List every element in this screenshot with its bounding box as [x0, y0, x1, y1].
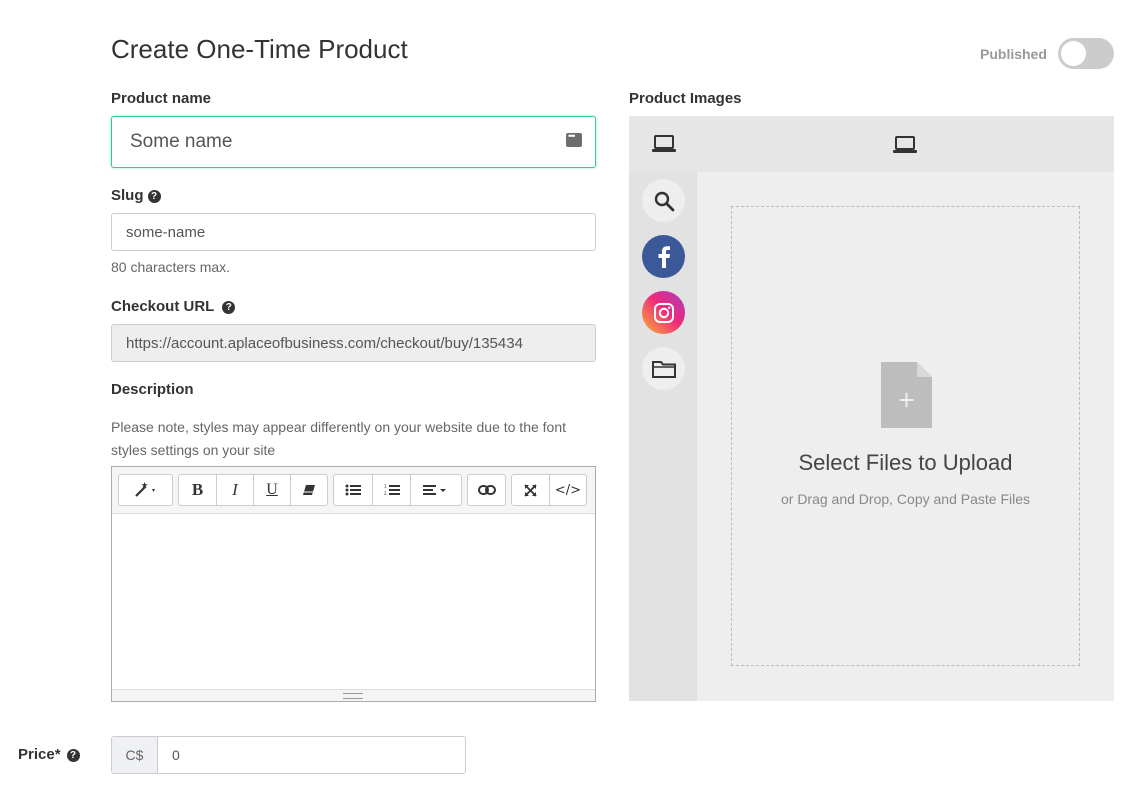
help-icon[interactable]: ? [222, 301, 236, 314]
published-label: Published [980, 46, 1047, 62]
fullscreen-button[interactable] [512, 475, 549, 505]
svg-text:1: 1 [384, 484, 387, 489]
product-name-label: Product name [111, 90, 212, 107]
codeview-button[interactable]: </> [549, 475, 586, 505]
slug-label-text: Slug [111, 187, 144, 204]
description-note: Please note, styles may appear different… [111, 419, 567, 458]
magic-wand-icon [134, 482, 155, 497]
link-button[interactable] [468, 475, 505, 505]
unordered-list-button[interactable] [334, 475, 372, 505]
view-group: </> [511, 474, 587, 506]
checkout-url-label: Checkout URL? [111, 298, 236, 315]
checkout-url-field[interactable]: https://account.aplaceofbusiness.com/che… [111, 324, 596, 362]
insert-group [467, 474, 506, 506]
laptop-icon [893, 136, 917, 153]
product-images-label: Product Images [629, 90, 742, 107]
published-toggle[interactable] [1058, 38, 1114, 69]
image-uploader: Select Files to Upload or Drag and Drop,… [629, 116, 1114, 701]
price-label-text: Price* [18, 746, 61, 763]
slug-value: some-name [126, 223, 206, 241]
description-editor: B I U 1 2 </> [111, 466, 596, 702]
folder-icon [651, 360, 676, 378]
slug-input[interactable]: some-name [111, 213, 596, 251]
numbered-list-icon: 1 2 [384, 484, 400, 496]
uploader-sources [629, 172, 697, 701]
editor-content-area[interactable] [112, 514, 595, 691]
instagram-icon [653, 302, 674, 323]
price-input-group: C$ 0 [111, 736, 466, 774]
page-title: Create One-Time Product [111, 34, 408, 64]
eraser-icon [303, 485, 315, 495]
price-value: 0 [172, 747, 180, 763]
folder-source-button[interactable] [642, 347, 685, 390]
slug-label: Slug? [111, 187, 161, 204]
upload-subtitle: or Drag and Drop, Copy and Paste Files [780, 491, 1030, 507]
my-device-icon[interactable] [652, 135, 676, 153]
facebook-source-button[interactable] [642, 235, 685, 278]
uploader-header [629, 116, 1114, 172]
bullet-list-icon [345, 484, 361, 496]
svg-text:2: 2 [384, 491, 387, 496]
link-icon [477, 485, 496, 495]
search-icon [654, 191, 674, 211]
upload-dropzone[interactable]: Select Files to Upload or Drag and Drop,… [731, 206, 1080, 666]
product-name-input[interactable]: Some name [111, 116, 596, 168]
paragraph-align-button[interactable] [410, 475, 461, 505]
editor-resize-handle[interactable] [112, 689, 595, 701]
ordered-list-button[interactable]: 1 2 [372, 475, 410, 505]
align-left-icon [423, 485, 446, 495]
fullscreen-icon [524, 483, 537, 497]
bold-button[interactable]: B [179, 475, 216, 505]
price-label: Price*? [18, 746, 80, 763]
instagram-source-button[interactable] [642, 291, 685, 334]
search-source-button[interactable] [642, 179, 685, 222]
editor-toolbar: B I U 1 2 </> [112, 467, 595, 514]
password-manager-icon[interactable] [566, 131, 582, 147]
help-icon[interactable]: ? [66, 749, 80, 762]
add-file-icon [881, 362, 932, 428]
currency-addon: C$ [112, 737, 158, 773]
paragraph-group: 1 2 [333, 474, 462, 506]
upload-title: Select Files to Upload [798, 450, 1013, 475]
help-icon[interactable]: ? [147, 190, 161, 203]
price-input[interactable]: 0 [158, 737, 465, 773]
style-group [118, 474, 173, 506]
slug-hint: 80 characters max. [111, 259, 231, 275]
description-label: Description [111, 381, 194, 398]
checkout-url-value: https://account.aplaceofbusiness.com/che… [126, 334, 523, 352]
eraser-button[interactable] [290, 475, 327, 505]
italic-button[interactable]: I [216, 475, 253, 505]
magic-style-button[interactable] [119, 475, 172, 505]
underline-button[interactable]: U [253, 475, 290, 505]
font-style-group: B I U [178, 474, 328, 506]
product-name-value: Some name [130, 131, 233, 152]
checkout-url-label-text: Checkout URL [111, 298, 215, 315]
facebook-icon [658, 245, 670, 268]
